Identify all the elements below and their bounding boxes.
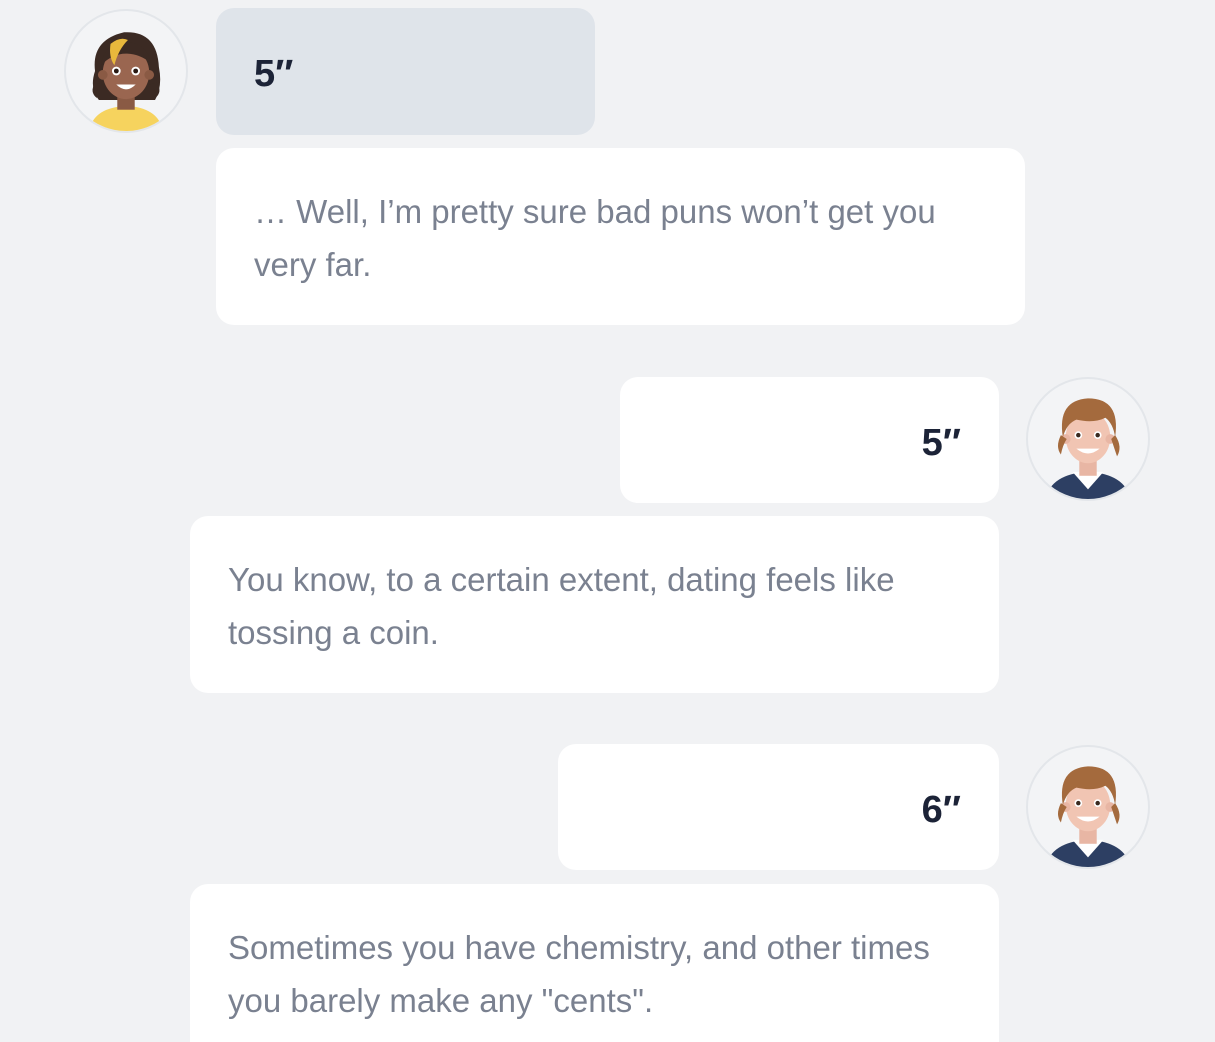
reply-value: 6″ bbox=[921, 789, 961, 831]
reply-value: 5″ bbox=[921, 422, 961, 464]
man-avatar-icon bbox=[1026, 377, 1150, 501]
message-text: … Well, I’m pretty sure bad puns won’t g… bbox=[254, 193, 936, 283]
reply-value: 5″ bbox=[254, 53, 294, 95]
message-bubble: Sometimes you have chemistry, and other … bbox=[190, 884, 999, 1042]
message-text: You know, to a certain extent, dating fe… bbox=[228, 561, 895, 651]
man-avatar-icon bbox=[1026, 745, 1150, 869]
woman-avatar-icon bbox=[64, 9, 188, 133]
selected-reply-bubble: 5″ bbox=[216, 8, 595, 135]
message-text: Sometimes you have chemistry, and other … bbox=[228, 929, 930, 1019]
message-bubble: You know, to a certain extent, dating fe… bbox=[190, 516, 999, 693]
message-bubble: … Well, I’m pretty sure bad puns won’t g… bbox=[216, 148, 1025, 325]
reply-bubble: 6″ bbox=[558, 744, 999, 870]
reply-bubble: 5″ bbox=[620, 377, 999, 503]
